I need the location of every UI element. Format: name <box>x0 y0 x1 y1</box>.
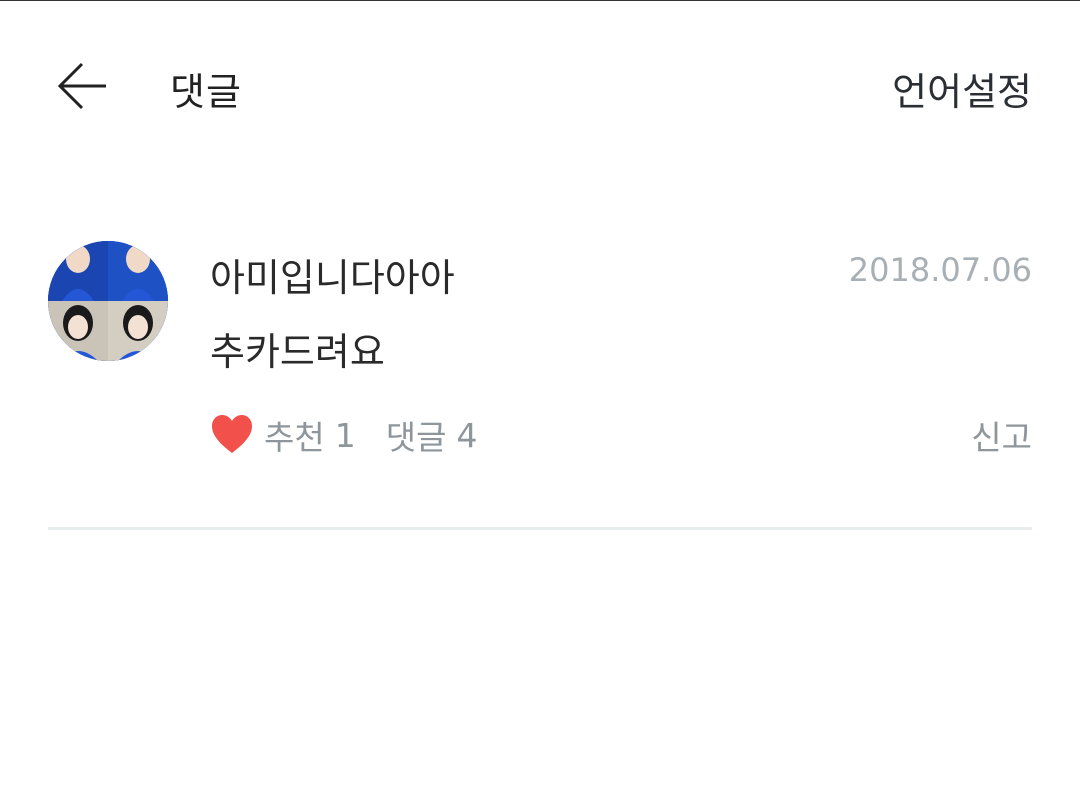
avatar[interactable] <box>48 241 168 361</box>
like-label[interactable]: 추천 <box>264 411 325 459</box>
like-count: 1 <box>334 415 356 455</box>
divider <box>48 527 1032 530</box>
avatar-image <box>48 241 168 361</box>
comment-username[interactable]: 아미입니다아아 <box>210 247 455 302</box>
comment-text: 추카드려요 <box>210 330 385 374</box>
report-button[interactable]: 신고 <box>971 411 1032 459</box>
comment-date: 2018.07.06 <box>848 251 1032 289</box>
reply-count: 4 <box>456 415 478 455</box>
page-title: 댓글 <box>170 70 242 114</box>
reply-label[interactable]: 댓글 <box>386 411 447 459</box>
comment-item: 아미입니다아아 2018.07.06 추카드려요 추천 1 댓글 4 신고 <box>48 241 1032 471</box>
comments-screen: 댓글 언어설정 아미입니다아아 2018.07.06 추카드려요 추천 1 댓글… <box>0 0 1080 810</box>
language-settings-button[interactable]: 언어설정 <box>892 61 1032 116</box>
back-button[interactable] <box>52 59 112 113</box>
top-bar: 댓글 언어설정 <box>0 1 1080 171</box>
comment-actions: 추천 1 댓글 4 <box>210 411 477 459</box>
heart-icon[interactable] <box>210 413 254 457</box>
arrow-left-icon <box>57 62 106 110</box>
